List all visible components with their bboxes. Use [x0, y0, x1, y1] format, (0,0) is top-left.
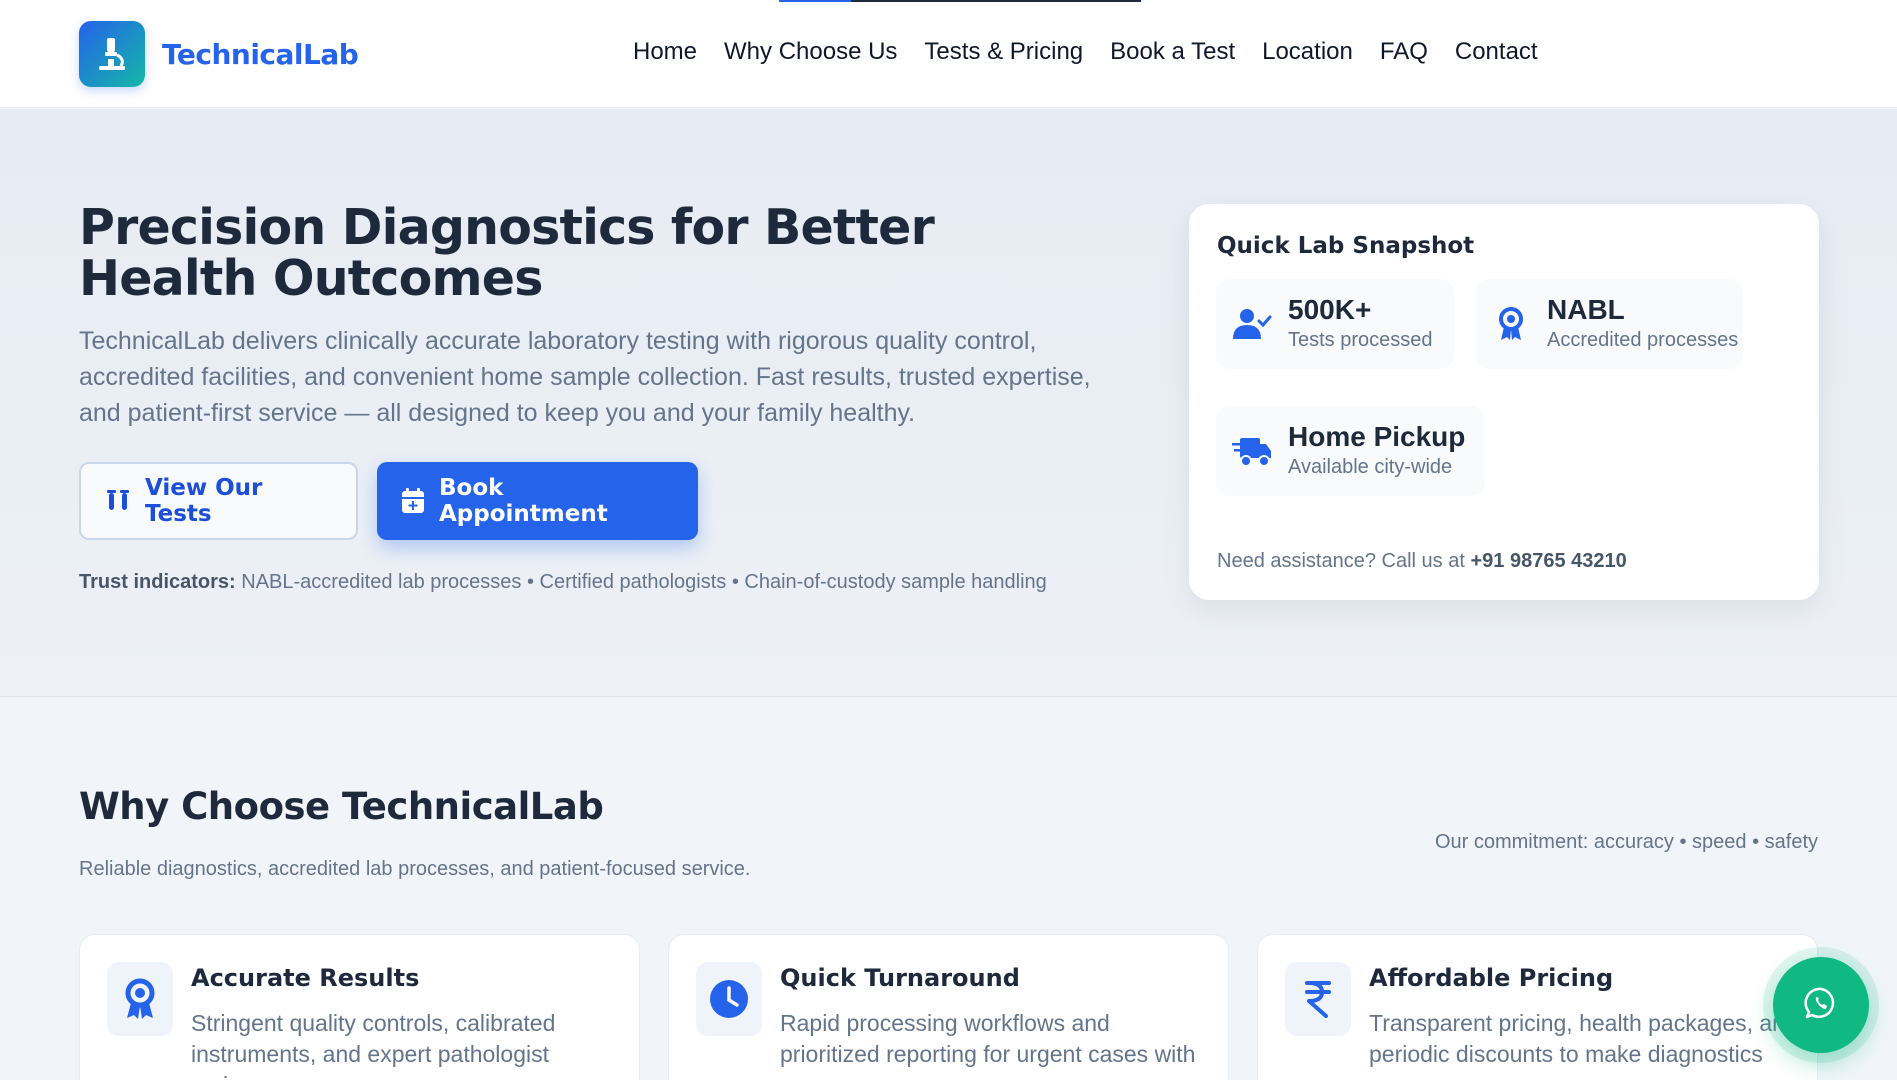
- truck-icon: [1232, 434, 1272, 468]
- book-appointment-button[interactable]: Book Appointment: [377, 462, 698, 540]
- trust-text: NABL-accredited lab processes • Certifie…: [241, 571, 1047, 593]
- user-check-icon: [1232, 307, 1272, 341]
- feature-description: Stringent quality controls, calibrated i…: [191, 1010, 556, 1080]
- scroll-progress-bar: [779, 0, 1141, 2]
- why-section-title: Why Choose TechnicalLab: [79, 785, 604, 828]
- stat-value: Home Pickup: [1288, 421, 1466, 452]
- feature-card-pricing: Affordable Pricing Transparent pricing, …: [1257, 934, 1818, 1080]
- stat-value: 500K+: [1288, 294, 1372, 325]
- whatsapp-chat-button[interactable]: [1773, 957, 1869, 1053]
- nav-home[interactable]: Home: [633, 38, 697, 66]
- nav-why-choose-us[interactable]: Why Choose Us: [724, 38, 897, 66]
- nav-contact[interactable]: Contact: [1455, 38, 1538, 66]
- clock-icon: [696, 962, 762, 1036]
- stat-nabl: NABL Accredited processes: [1475, 279, 1743, 369]
- snapshot-title: Quick Lab Snapshot: [1217, 233, 1475, 259]
- hero-title: Precision Diagnostics for Better Health …: [79, 199, 935, 307]
- brand-logo-link[interactable]: TechnicalLab: [79, 21, 359, 87]
- brand-name: TechnicalLab: [162, 37, 359, 71]
- main-nav: Home Why Choose Us Tests & Pricing Book …: [633, 38, 1565, 66]
- nav-location[interactable]: Location: [1262, 38, 1353, 66]
- award-icon: [1491, 307, 1531, 341]
- feature-description: Rapid processing workflows and prioritiz…: [780, 1010, 1196, 1067]
- view-tests-button[interactable]: View Our Tests: [79, 462, 358, 540]
- phone-link[interactable]: +91 98765 43210: [1470, 550, 1626, 572]
- hero-section: Precision Diagnostics for Better Health …: [0, 109, 1897, 697]
- trust-indicators: Trust indicators: NABL-accredited lab pr…: [79, 571, 1047, 594]
- commitment-text: Our commitment: accuracy • speed • safet…: [1434, 831, 1818, 853]
- assistance-text: Need assistance? Call us at +91 98765 43…: [1217, 550, 1627, 573]
- microscope-icon: [79, 21, 145, 87]
- stat-value: NABL: [1547, 294, 1625, 325]
- trust-label: Trust indicators:: [79, 571, 236, 593]
- view-tests-label: View Our Tests: [145, 475, 263, 527]
- assistance-label: Need assistance? Call us at: [1217, 550, 1465, 572]
- top-navbar: TechnicalLab Home Why Choose Us Tests & …: [0, 0, 1897, 108]
- whatsapp-icon: [1804, 986, 1838, 1025]
- feature-card-accurate: Accurate Results Stringent quality contr…: [79, 934, 640, 1080]
- stat-label: Accredited processes: [1547, 329, 1739, 351]
- nav-tests-pricing[interactable]: Tests & Pricing: [924, 38, 1083, 66]
- test-tubes-icon: [105, 489, 131, 513]
- why-section-subtitle: Reliable diagnostics, accredited lab pro…: [79, 858, 751, 880]
- nav-faq[interactable]: FAQ: [1380, 38, 1428, 66]
- hero-description: TechnicalLab delivers clinically accurat…: [79, 327, 1091, 427]
- rupee-icon: [1285, 962, 1351, 1036]
- feature-title: Quick Turnaround: [780, 964, 1020, 992]
- nav-book-test[interactable]: Book a Test: [1110, 38, 1235, 66]
- feature-title: Affordable Pricing: [1369, 964, 1614, 992]
- stat-label: Available city-wide: [1288, 456, 1453, 478]
- feature-description: Transparent pricing, health packages, an…: [1369, 1010, 1798, 1067]
- book-appointment-label: Book Appointment: [439, 475, 608, 527]
- lab-snapshot-card: Quick Lab Snapshot 500K+ Tests processed: [1189, 204, 1819, 600]
- feature-card-turnaround: Quick Turnaround Rapid processing workfl…: [668, 934, 1229, 1080]
- stat-home-pickup: Home Pickup Available city-wide: [1216, 406, 1485, 496]
- stat-label: Tests processed: [1288, 329, 1433, 351]
- stat-tests-processed: 500K+ Tests processed: [1216, 279, 1454, 369]
- feature-title: Accurate Results: [191, 964, 420, 992]
- award-icon: [107, 962, 173, 1036]
- calendar-plus-icon: [401, 488, 425, 514]
